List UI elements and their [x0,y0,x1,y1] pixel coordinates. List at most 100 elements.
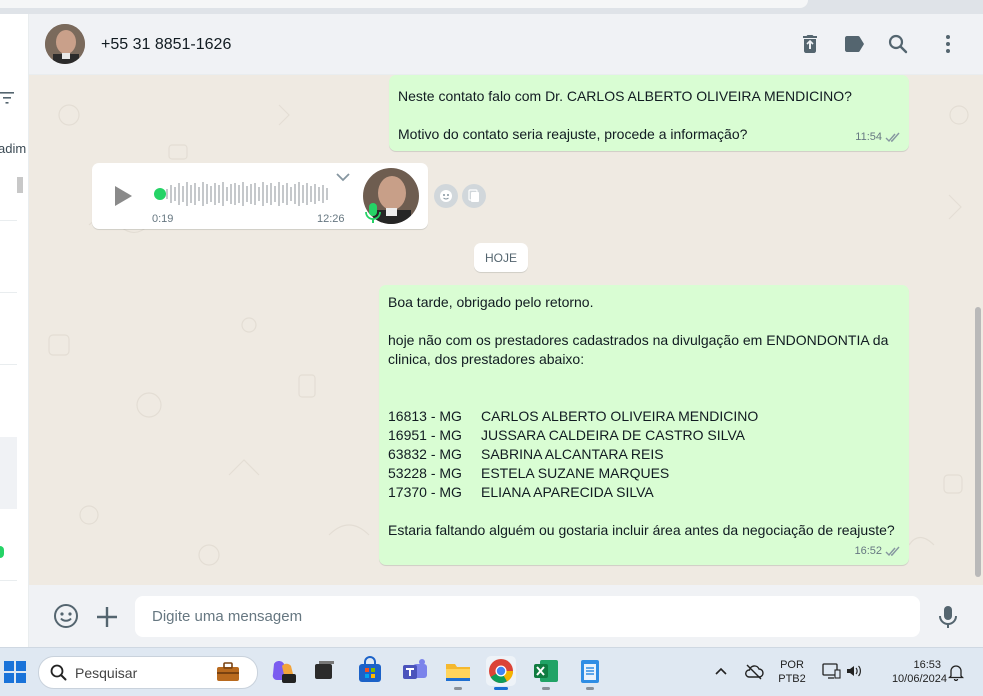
message-body: Boa tarde, obrigado pelo retorno. hoje n… [388,293,903,540]
contact-photo [45,24,85,64]
taskbar-search[interactable]: Pesquisar [38,656,258,689]
message-meta: 16:52 [854,542,901,561]
windows-taskbar: Pesquisar POR PTB2 16:53 10/06/2024 [0,647,983,696]
menu-icon[interactable] [936,32,960,56]
chat-list-divider [0,580,17,581]
conversation-panel[interactable]: Neste contato falo com Dr. CARLOS ALBERT… [29,75,983,585]
filter-icon[interactable] [0,92,14,104]
message-composer: Digite uma mensagem [29,585,983,647]
attach-icon[interactable] [94,604,120,630]
contact-name[interactable]: +55 31 8851-1626 [101,36,231,54]
audio-waveform[interactable] [154,179,340,209]
message-time: 12:26 [317,213,345,225]
provider-code: 16951 - MG [388,427,462,443]
volume-icon[interactable] [845,663,863,679]
store-app-icon[interactable] [355,656,385,686]
explorer-app-icon[interactable] [443,656,473,690]
running-indicator [542,687,550,690]
double-check-icon [885,546,900,557]
language-code: POR [780,659,804,671]
message-meta: 11:54 [855,128,901,147]
network-icon[interactable] [821,662,841,680]
search-icon[interactable] [886,32,910,56]
audio-duration: 0:19 [152,213,174,225]
forward-button[interactable] [462,184,486,208]
message-text: clinica, dos prestadores abaixo: [388,351,585,367]
notepad-app-icon[interactable] [575,656,605,690]
briefcase-icon [217,662,239,681]
copy-icon [468,189,479,202]
chrome-app-icon[interactable] [486,656,516,690]
provider-list: 16813 - MG CARLOS ALBERTO OLIVEIRA MENDIC… [388,407,903,502]
message-text: Motivo do contato seria reajuste, proced… [398,126,748,142]
provider-code: 17370 - MG [388,484,462,500]
chat-list-label-partial: adim [0,141,27,156]
chat-list-scrollbar[interactable] [17,177,23,193]
cloud-offline-icon[interactable] [744,663,764,681]
provider-row: 16813 - MG CARLOS ALBERTO OLIVEIRA MENDIC… [388,407,903,426]
notification-bell-icon[interactable] [948,663,964,681]
task-view-icon [315,661,334,679]
provider-name: JUSSARA CALDEIRA DE CASTRO SILVA [481,427,746,443]
running-indicator [586,687,594,690]
mic-badge-icon [365,203,381,223]
emoji-icon[interactable] [53,603,79,629]
clock-time: 16:53 [913,659,941,671]
chevron-down-icon[interactable] [335,171,351,183]
provider-code: 53228 - MG [388,465,462,481]
chat-list-partial: adim [0,14,29,647]
provider-row: 17370 - MG ELIANA APARECIDA SILVA [388,483,903,502]
provider-row: 53228 - MG ESTELA SUZANE MARQUES [388,464,903,483]
message-text: Neste contato falo com Dr. CARLOS ALBERT… [398,88,852,104]
folder-icon [446,664,470,681]
play-icon[interactable] [112,184,134,208]
contact-avatar[interactable] [45,24,85,64]
language-indicator[interactable]: POR PTB2 [777,658,807,686]
message-text: hoje não com os prestadores cadastrados … [388,332,889,348]
keyboard-layout: PTB2 [778,673,806,685]
react-button[interactable] [434,184,458,208]
excel-app-icon[interactable] [531,656,561,690]
message-outgoing[interactable]: Boa tarde, obrigado pelo retorno. hoje n… [379,285,909,565]
delete-icon[interactable] [798,32,822,56]
provider-name: ELIANA APARECIDA SILVA [481,484,654,500]
taskbar-search-placeholder: Pesquisar [75,665,138,681]
message-time: 16:52 [854,545,882,557]
message-incoming-audio[interactable]: 0:19 12:26 [92,163,428,229]
active-indicator [494,687,508,690]
provider-row: 16951 - MG JUSSARA CALDEIRA DE CASTRO SIL… [388,426,903,445]
task-view-app-icon[interactable] [309,656,339,686]
excel-icon [534,660,558,682]
notepad-icon [581,660,599,683]
provider-row: 63832 - MG SABRINA ALCANTARA REIS [388,445,903,464]
teams-app-icon[interactable] [400,656,430,686]
chevron-up-icon[interactable] [714,666,728,676]
label-icon[interactable] [842,32,866,56]
double-check-icon [885,132,900,143]
mic-icon[interactable] [935,604,961,630]
message-outgoing[interactable]: Neste contato falo com Dr. CARLOS ALBERT… [389,75,909,151]
emoji-react-icon [440,190,452,202]
browser-top-bar [0,0,983,14]
message-input-placeholder: Digite uma mensagem [152,608,303,625]
teams-icon [403,659,427,679]
message-input[interactable]: Digite uma mensagem [135,596,920,637]
running-indicator [454,687,462,690]
windows-start-icon[interactable] [3,660,27,684]
chat-list-item-selected[interactable] [0,437,17,509]
provider-code: 63832 - MG [388,446,462,462]
chat-list-divider [0,364,17,365]
provider-name: CARLOS ALBERTO OLIVEIRA MENDICINO [481,408,759,424]
provider-name: ESTELA SUZANE MARQUES [481,465,670,481]
provider-name: SABRINA ALCANTARA REIS [481,446,664,462]
chat-scrollbar[interactable] [975,307,981,577]
browser-address-bar[interactable] [0,0,808,8]
message-time: 11:54 [855,131,882,143]
chat-list-divider [0,292,17,293]
clock-date: 10/06/2024 [891,673,947,685]
search-icon [50,664,67,681]
day-separator: HOJE [474,243,528,272]
store-icon [359,656,381,682]
clock[interactable]: 16:53 10/06/2024 [873,658,947,686]
copilot-app-icon[interactable] [268,656,298,686]
